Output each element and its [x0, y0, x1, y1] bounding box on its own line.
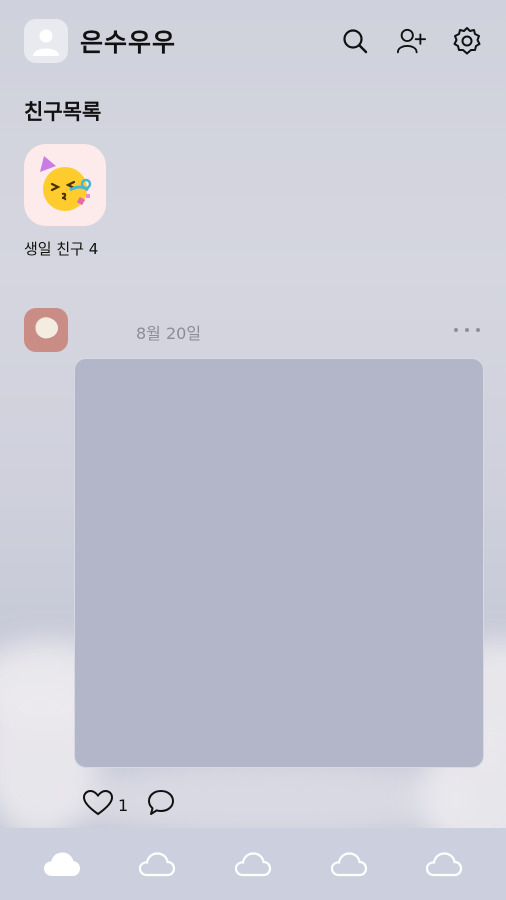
cloud-icon[interactable] — [229, 844, 277, 884]
friend-list-title: 친구목록 — [24, 100, 102, 124]
post-actions: 1 — [82, 788, 176, 822]
comment-icon[interactable] — [146, 788, 176, 822]
settings-icon[interactable] — [452, 26, 482, 56]
cloud-icon[interactable] — [133, 844, 181, 884]
birthday-friends-card[interactable]: 생일 친구 4 — [24, 144, 106, 259]
post-media[interactable] — [74, 358, 484, 768]
search-icon[interactable] — [340, 26, 370, 56]
party-emoji-icon — [24, 144, 106, 226]
post-date: 8월 20일 — [136, 324, 202, 343]
username: 은수우우 — [80, 28, 177, 57]
top-header: 은수우우 — [24, 16, 482, 66]
profile-avatar[interactable] — [24, 19, 68, 63]
home-cloud-icon[interactable] — [38, 844, 86, 884]
cloud-icon[interactable] — [420, 844, 468, 884]
more-options-icon[interactable] — [454, 322, 480, 338]
heart-icon[interactable] — [82, 789, 114, 821]
default-avatar-icon — [33, 29, 59, 56]
birthday-friends-label: 생일 친구 4 — [24, 240, 99, 258]
like-count: 1 — [118, 795, 129, 815]
add-friend-icon[interactable] — [396, 26, 426, 56]
bottom-nav — [0, 828, 506, 900]
cloud-icon[interactable] — [325, 844, 373, 884]
post-author-avatar[interactable] — [24, 308, 68, 352]
